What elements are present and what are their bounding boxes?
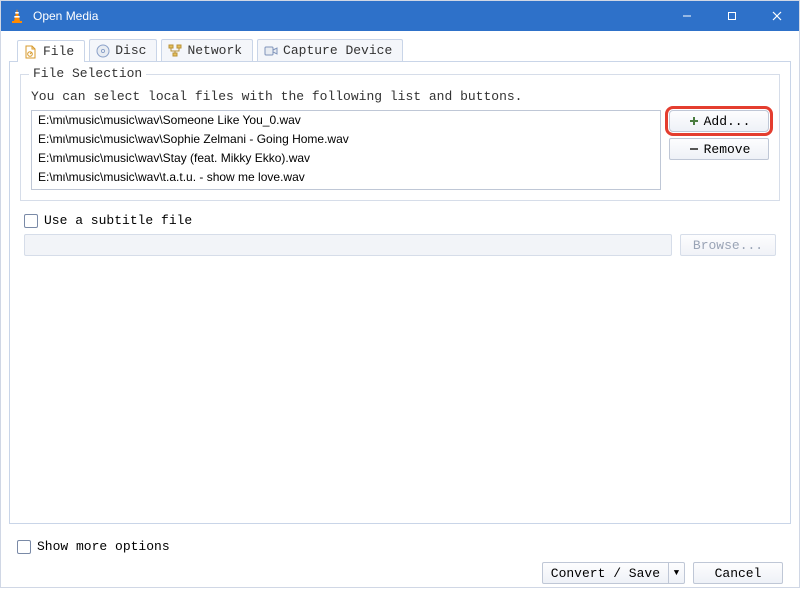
titlebar: Open Media — [1, 1, 799, 31]
file-list[interactable]: E:\mι\music\music\wav\Someone Like You_0… — [31, 110, 661, 190]
convert-save-label: Convert / Save — [551, 566, 660, 581]
tab-panel-file: File Selection You can select local file… — [9, 61, 791, 524]
file-selection-legend: File Selection — [29, 66, 146, 81]
file-icon — [24, 45, 38, 59]
tab-file-label: File — [43, 44, 74, 59]
maximize-button[interactable] — [709, 1, 754, 31]
browse-subtitle-label: Browse... — [693, 238, 763, 253]
add-button-label: Add... — [704, 114, 751, 129]
remove-button[interactable]: Remove — [669, 138, 769, 160]
tab-capture-label: Capture Device — [283, 43, 392, 58]
disc-icon — [96, 44, 110, 58]
tab-file[interactable]: File — [17, 40, 85, 62]
file-list-item[interactable]: E:\mι\music\music\wav\t.a.t.u. - show me… — [32, 168, 660, 187]
dialog-footer: Show more options Convert / Save ▼ Cance… — [1, 535, 799, 587]
network-icon — [168, 44, 182, 58]
capture-icon — [264, 44, 278, 58]
minus-icon — [688, 143, 700, 155]
file-selection-group: File Selection You can select local file… — [20, 74, 780, 201]
subtitle-path-field — [24, 234, 672, 256]
tab-bar: File Disc Network Capture Device — [9, 39, 791, 61]
tab-network-label: Network — [187, 43, 242, 58]
file-selection-hint: You can select local files with the foll… — [31, 89, 769, 104]
close-button[interactable] — [754, 1, 799, 31]
show-more-options-label: Show more options — [37, 539, 170, 554]
tab-disc[interactable]: Disc — [89, 39, 157, 61]
file-list-item[interactable]: E:\mι\music\music\wav\Stay (feat. Mikky … — [32, 149, 660, 168]
file-list-item[interactable]: E:\mι\music\music\wav\Sophie Zelmani - G… — [32, 130, 660, 149]
show-more-options-checkbox[interactable] — [17, 540, 31, 554]
convert-save-dropdown[interactable]: ▼ — [668, 563, 684, 583]
convert-save-main[interactable]: Convert / Save — [543, 563, 668, 583]
tab-disc-label: Disc — [115, 43, 146, 58]
use-subtitle-checkbox[interactable] — [24, 214, 38, 228]
convert-save-button[interactable]: Convert / Save ▼ — [542, 562, 685, 584]
file-list-item[interactable]: E:\mι\music\music\wav\Someone Like You_0… — [32, 111, 660, 130]
vlc-cone-icon — [9, 8, 25, 24]
subtitle-checkbox-row: Use a subtitle file — [24, 213, 776, 228]
tab-capture[interactable]: Capture Device — [257, 39, 403, 61]
add-button[interactable]: Add... — [669, 110, 769, 132]
use-subtitle-label: Use a subtitle file — [44, 213, 192, 228]
cancel-button-label: Cancel — [715, 566, 762, 581]
tab-network[interactable]: Network — [161, 39, 253, 61]
plus-icon — [688, 115, 700, 127]
dialog-body: File Disc Network Capture Device File Se… — [1, 31, 799, 535]
browse-subtitle-button: Browse... — [680, 234, 776, 256]
cancel-button[interactable]: Cancel — [693, 562, 783, 584]
chevron-down-icon: ▼ — [674, 568, 679, 578]
window-title: Open Media — [33, 9, 98, 23]
window-controls — [664, 1, 799, 31]
minimize-button[interactable] — [664, 1, 709, 31]
remove-button-label: Remove — [704, 142, 751, 157]
